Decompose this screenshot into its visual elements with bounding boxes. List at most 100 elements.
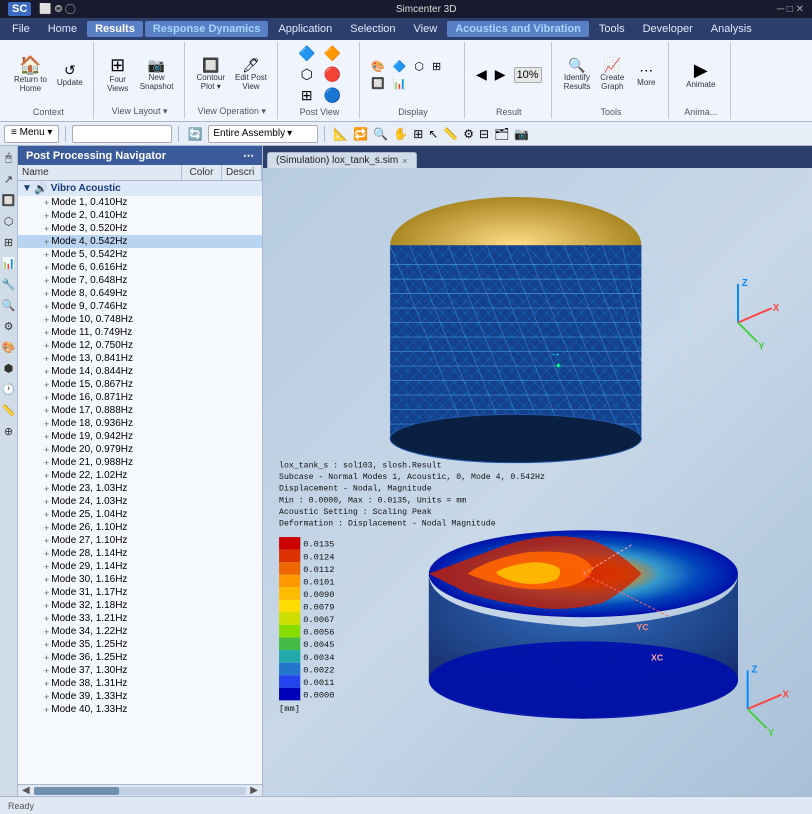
tree-item[interactable]: +Mode 1, 0.410Hz — [18, 196, 262, 209]
tree-item[interactable]: +Mode 12, 0.750Hz — [18, 339, 262, 352]
tree-item[interactable]: +Mode 11, 0.749Hz — [18, 326, 262, 339]
tree-item[interactable]: +Mode 34, 1.22Hz — [18, 625, 262, 638]
menu-item-home[interactable]: Home — [40, 21, 85, 37]
disp5[interactable]: 🔲 — [368, 76, 388, 91]
left-box-icon[interactable]: 🔲 — [0, 192, 17, 209]
menu-item-acoustics[interactable]: Acoustics and Vibration — [447, 21, 589, 37]
menu-item-analysis[interactable]: Analysis — [703, 21, 760, 37]
menu-item-response-dynamics[interactable]: Response Dynamics — [145, 21, 269, 37]
left-arrow-icon[interactable]: ↗ — [2, 171, 15, 188]
display-btn1[interactable]: 🔷 — [295, 44, 318, 63]
tree-item[interactable]: +Mode 35, 1.25Hz — [18, 638, 262, 651]
tree-item[interactable]: +Mode 33, 1.21Hz — [18, 612, 262, 625]
tree-item[interactable]: +Mode 40, 1.33Hz — [18, 703, 262, 716]
tree-item[interactable]: +Mode 20, 0.979Hz — [18, 443, 262, 456]
tree-item[interactable]: +Mode 27, 1.10Hz — [18, 534, 262, 547]
tree-item[interactable]: +Mode 32, 1.18Hz — [18, 599, 262, 612]
menu-item-tools[interactable]: Tools — [591, 21, 633, 37]
navigator-controls[interactable]: ⋯ — [243, 149, 254, 162]
nav-scroll-right[interactable]: ▶ — [250, 785, 258, 796]
toolbar-icon1[interactable]: 🔄 — [185, 126, 204, 142]
disp4[interactable]: ⊞ — [429, 59, 444, 74]
create-graph-button[interactable]: 📈 CreateGraph — [596, 56, 628, 93]
toolbar-snap-icon[interactable]: 📐 — [331, 126, 350, 142]
contour-plot-button[interactable]: 🔲 ContourPlot ▾ — [193, 56, 229, 93]
toolbar-settings-icon[interactable]: ⚙ — [461, 126, 476, 142]
more-button[interactable]: ⋯ More — [630, 61, 662, 89]
tree-item[interactable]: +Mode 19, 0.942Hz — [18, 430, 262, 443]
disp3[interactable]: ⬡ — [411, 59, 427, 74]
prev-result-btn[interactable]: ◀ — [473, 65, 490, 84]
tree-item[interactable]: +Mode 36, 1.25Hz — [18, 651, 262, 664]
menu-item-file[interactable]: File — [4, 21, 38, 37]
tab-close-button[interactable]: × — [402, 156, 407, 166]
left-gear-icon[interactable]: ⚙ — [2, 318, 16, 335]
display-btn2[interactable]: ⬡ — [295, 65, 318, 84]
pct-result-btn[interactable]: 10% — [511, 66, 545, 84]
tree-item[interactable]: +Mode 24, 1.03Hz — [18, 495, 262, 508]
tree-item[interactable]: +Mode 7, 0.648Hz — [18, 274, 262, 287]
disp1[interactable]: 🎨 — [368, 59, 388, 74]
nav-scroll-left[interactable]: ◀ — [22, 785, 30, 796]
menu-item-developer[interactable]: Developer — [635, 21, 701, 37]
tree-item[interactable]: +Mode 3, 0.520Hz — [18, 222, 262, 235]
tree-item[interactable]: +Mode 30, 1.16Hz — [18, 573, 262, 586]
tree-item[interactable]: +Mode 13, 0.841Hz — [18, 352, 262, 365]
tree-item[interactable]: +Mode 14, 0.844Hz — [18, 365, 262, 378]
toolbar-pan-icon[interactable]: ✋ — [391, 126, 410, 142]
toolbar-select-icon[interactable]: ↖ — [426, 126, 440, 142]
menu-item-view[interactable]: View — [406, 21, 446, 37]
disp6[interactable]: 📊 — [390, 76, 410, 91]
tree-item[interactable]: +Mode 2, 0.410Hz — [18, 209, 262, 222]
return-home-button[interactable]: 🏠 Return toHome — [10, 54, 51, 95]
tree-item[interactable]: +Mode 38, 1.31Hz — [18, 677, 262, 690]
four-views-button[interactable]: ⊞ FourViews — [102, 54, 134, 95]
window-buttons[interactable]: ─ □ ✕ — [777, 4, 804, 15]
tree-item[interactable]: +Mode 18, 0.936Hz — [18, 417, 262, 430]
toolbar-grid-icon[interactable]: ⊟ — [477, 126, 491, 142]
tree-root-item[interactable]: ▼ 🔊 Vibro Acoustic — [18, 181, 262, 196]
tree-item[interactable]: +Mode 15, 0.867Hz — [18, 378, 262, 391]
left-hex-icon[interactable]: ⬢ — [2, 360, 16, 377]
left-settings-icon[interactable]: 🔧 — [0, 276, 17, 293]
display-btn4[interactable]: 🔶 — [321, 44, 344, 63]
identify-results-button[interactable]: 🔍 IdentifyResults — [560, 56, 595, 93]
tree-item[interactable]: +Mode 26, 1.10Hz — [18, 521, 262, 534]
toolbar-measure-icon[interactable]: 📏 — [441, 126, 460, 142]
tree-item[interactable]: +Mode 17, 0.888Hz — [18, 404, 262, 417]
toolbar-camera-icon[interactable]: 📷 — [512, 126, 531, 142]
tree-item[interactable]: +Mode 37, 1.30Hz — [18, 664, 262, 677]
display-btn3[interactable]: ⊞ — [295, 86, 318, 105]
tree-item[interactable]: +Mode 31, 1.17Hz — [18, 586, 262, 599]
assembly-dropdown[interactable]: Entire Assembly ▾ — [208, 125, 318, 143]
menu-item-application[interactable]: Application — [270, 21, 340, 37]
left-chart-icon[interactable]: 📊 — [0, 255, 17, 272]
display-btn6[interactable]: 🔵 — [321, 86, 344, 105]
left-search-icon[interactable]: 🔍 — [0, 297, 17, 314]
menu-item-selection[interactable]: Selection — [342, 21, 403, 37]
edit-post-view-button[interactable]: 🖊 Edit PostView — [231, 56, 271, 93]
tree-item[interactable]: +Mode 22, 1.02Hz — [18, 469, 262, 482]
tree-item[interactable]: +Mode 21, 0.988Hz — [18, 456, 262, 469]
left-plus-icon[interactable]: ⊕ — [2, 423, 15, 440]
tree-item[interactable]: +Mode 5, 0.542Hz — [18, 248, 262, 261]
tree-item[interactable]: +Mode 28, 1.14Hz — [18, 547, 262, 560]
tree-item[interactable]: +Mode 16, 0.871Hz — [18, 391, 262, 404]
toolbar-rotate-icon[interactable]: 🔁 — [351, 126, 370, 142]
toolbar-zoom-icon[interactable]: 🔍 — [371, 126, 390, 142]
tree-item[interactable]: +Mode 23, 1.03Hz — [18, 482, 262, 495]
tree-item[interactable]: +Mode 29, 1.14Hz — [18, 560, 262, 573]
display-btn5[interactable]: 🔴 — [321, 65, 344, 84]
tree-item[interactable]: +Mode 25, 1.04Hz — [18, 508, 262, 521]
tree-item[interactable]: +Mode 9, 0.746Hz — [18, 300, 262, 313]
toolbar-fit-icon[interactable]: ⊞ — [411, 126, 425, 142]
viewport[interactable]: → ✦ Z X Y lox_tank_s : sol103, slosh.Res… — [263, 168, 812, 796]
simulation-tab[interactable]: (Simulation) lox_tank_s.sim × — [267, 152, 417, 168]
left-mesh-icon[interactable]: ⬡ — [2, 213, 16, 230]
navigator-tree[interactable]: ▼ 🔊 Vibro Acoustic +Mode 1, 0.410Hz+Mode… — [18, 181, 262, 784]
left-grid-icon[interactable]: ⊞ — [2, 234, 15, 251]
tree-item[interactable]: +Mode 10, 0.748Hz — [18, 313, 262, 326]
left-ruler-icon[interactable]: 📏 — [0, 402, 17, 419]
view-dropdown[interactable] — [72, 125, 172, 143]
menu-item-results[interactable]: Results — [87, 21, 143, 37]
